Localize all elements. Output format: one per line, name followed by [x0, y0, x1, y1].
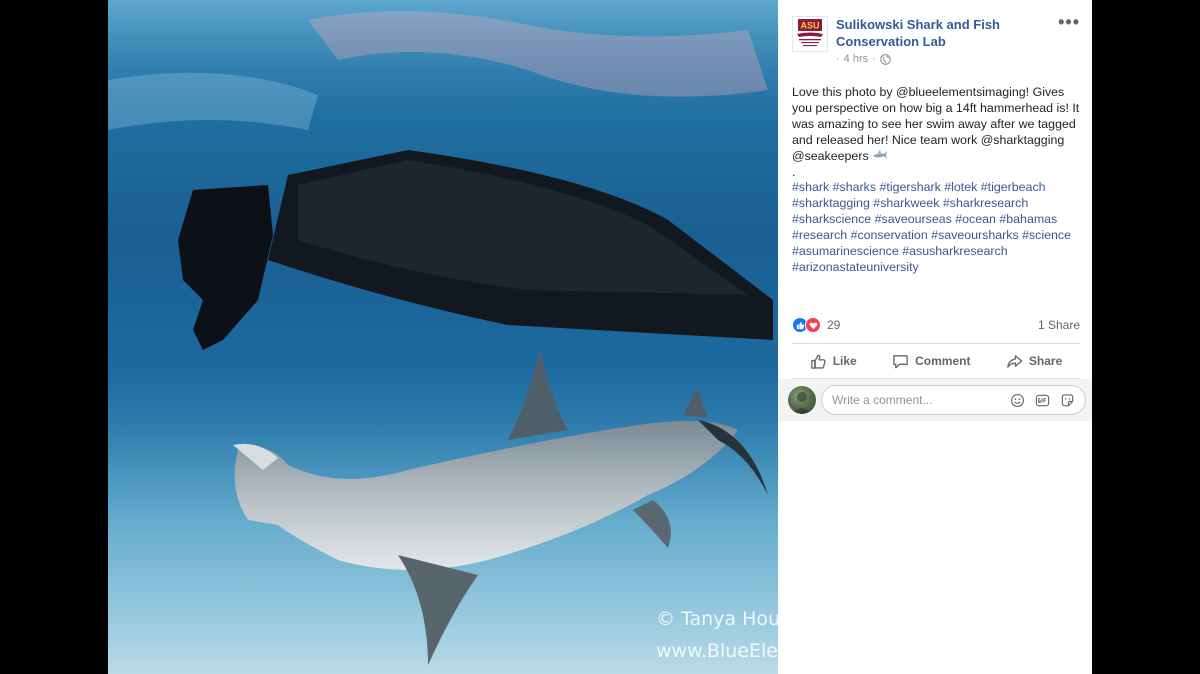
- hammerhead-shark-photo: [108, 0, 778, 674]
- post-dot: .: [792, 164, 796, 179]
- shark-emoji-icon: [872, 149, 888, 165]
- share-arrow-icon: [1007, 354, 1023, 368]
- comment-input-tools: [1010, 393, 1075, 408]
- hashtag[interactable]: #lotek: [944, 180, 977, 194]
- hashtag[interactable]: #science: [1022, 228, 1071, 242]
- share-label: Share: [1028, 354, 1063, 368]
- comment-composer: [778, 379, 1092, 421]
- post-actions: Like Comment Share: [792, 350, 1080, 372]
- post-message-text: Love this photo by @blueelementsimaging!…: [792, 85, 1080, 163]
- hashtag[interactable]: #sharkscience: [792, 212, 871, 226]
- hashtag[interactable]: #sharkresearch: [943, 196, 1028, 210]
- meta-separator: ·: [872, 53, 876, 65]
- hashtag[interactable]: #sharkweek: [873, 196, 939, 210]
- current-user-avatar[interactable]: [788, 386, 816, 414]
- hashtag[interactable]: #conservation: [851, 228, 928, 242]
- share-count[interactable]: 1 Share: [1038, 318, 1080, 332]
- reactions-bar: 29 1 Share: [792, 316, 1080, 334]
- hashtag[interactable]: #arizonastateuniversity: [792, 260, 919, 274]
- sticker-icon[interactable]: [1060, 393, 1075, 408]
- gif-icon[interactable]: [1035, 393, 1050, 408]
- hashtag[interactable]: #research: [792, 228, 847, 242]
- hashtag[interactable]: #tigershark: [880, 180, 941, 194]
- post-message: Love this photo by @blueelementsimaging!…: [792, 84, 1084, 165]
- page-name-link[interactable]: Sulikowski Shark and Fish Conservation L…: [836, 16, 1036, 50]
- more-options-icon[interactable]: •••: [1058, 13, 1080, 31]
- post-details-panel: ASU Sulikowski Shark and Fish Conservati…: [778, 0, 1092, 674]
- page-avatar-logo[interactable]: ASU: [792, 16, 828, 52]
- post-meta: · 4 hrs ·: [836, 53, 891, 65]
- comment-label: Comment: [915, 354, 971, 368]
- svg-text:ASU: ASU: [800, 21, 819, 31]
- smiley-icon[interactable]: [1010, 393, 1025, 408]
- comment-button[interactable]: Comment: [892, 350, 970, 372]
- hashtag[interactable]: #asumarinescience: [792, 244, 899, 258]
- divider: [792, 343, 1080, 344]
- hashtag[interactable]: #saveourseas: [875, 212, 952, 226]
- thumbs-up-icon: [810, 354, 826, 369]
- photo-watermark-credit: © Tanya Houpper: [656, 608, 778, 630]
- meta-separator: ·: [836, 53, 840, 65]
- speech-bubble-icon: [893, 354, 908, 368]
- like-button[interactable]: Like: [810, 350, 857, 372]
- post-timestamp[interactable]: 4 hrs: [844, 53, 868, 65]
- hashtag[interactable]: #asusharkresearch: [902, 244, 1007, 258]
- hashtag[interactable]: #tigerbeach: [981, 180, 1046, 194]
- hashtag[interactable]: #bahamas: [999, 212, 1057, 226]
- post-text: Love this photo by @blueelementsimaging!…: [792, 84, 1084, 275]
- hashtag[interactable]: #shark: [792, 180, 829, 194]
- asu-logo-icon: ASU: [797, 19, 823, 47]
- reaction-count[interactable]: 29: [827, 318, 840, 332]
- hashtag-list: #shark #sharks #tigershark #lotek #tiger…: [792, 179, 1084, 275]
- comment-input[interactable]: [832, 393, 1002, 407]
- photo-watermark-url: www.BlueElement: [656, 640, 778, 662]
- globe-icon[interactable]: [879, 53, 891, 65]
- post-photo[interactable]: © Tanya Houpper www.BlueElement: [108, 0, 778, 674]
- love-reaction-icon[interactable]: [805, 317, 821, 333]
- hashtag[interactable]: #sharks: [833, 180, 876, 194]
- hashtag[interactable]: #ocean: [955, 212, 996, 226]
- hashtag[interactable]: #saveoursharks: [931, 228, 1018, 242]
- comment-input-box[interactable]: [821, 385, 1086, 415]
- share-button[interactable]: Share: [1006, 350, 1062, 372]
- hashtag[interactable]: #sharktagging: [792, 196, 870, 210]
- like-label: Like: [832, 354, 857, 368]
